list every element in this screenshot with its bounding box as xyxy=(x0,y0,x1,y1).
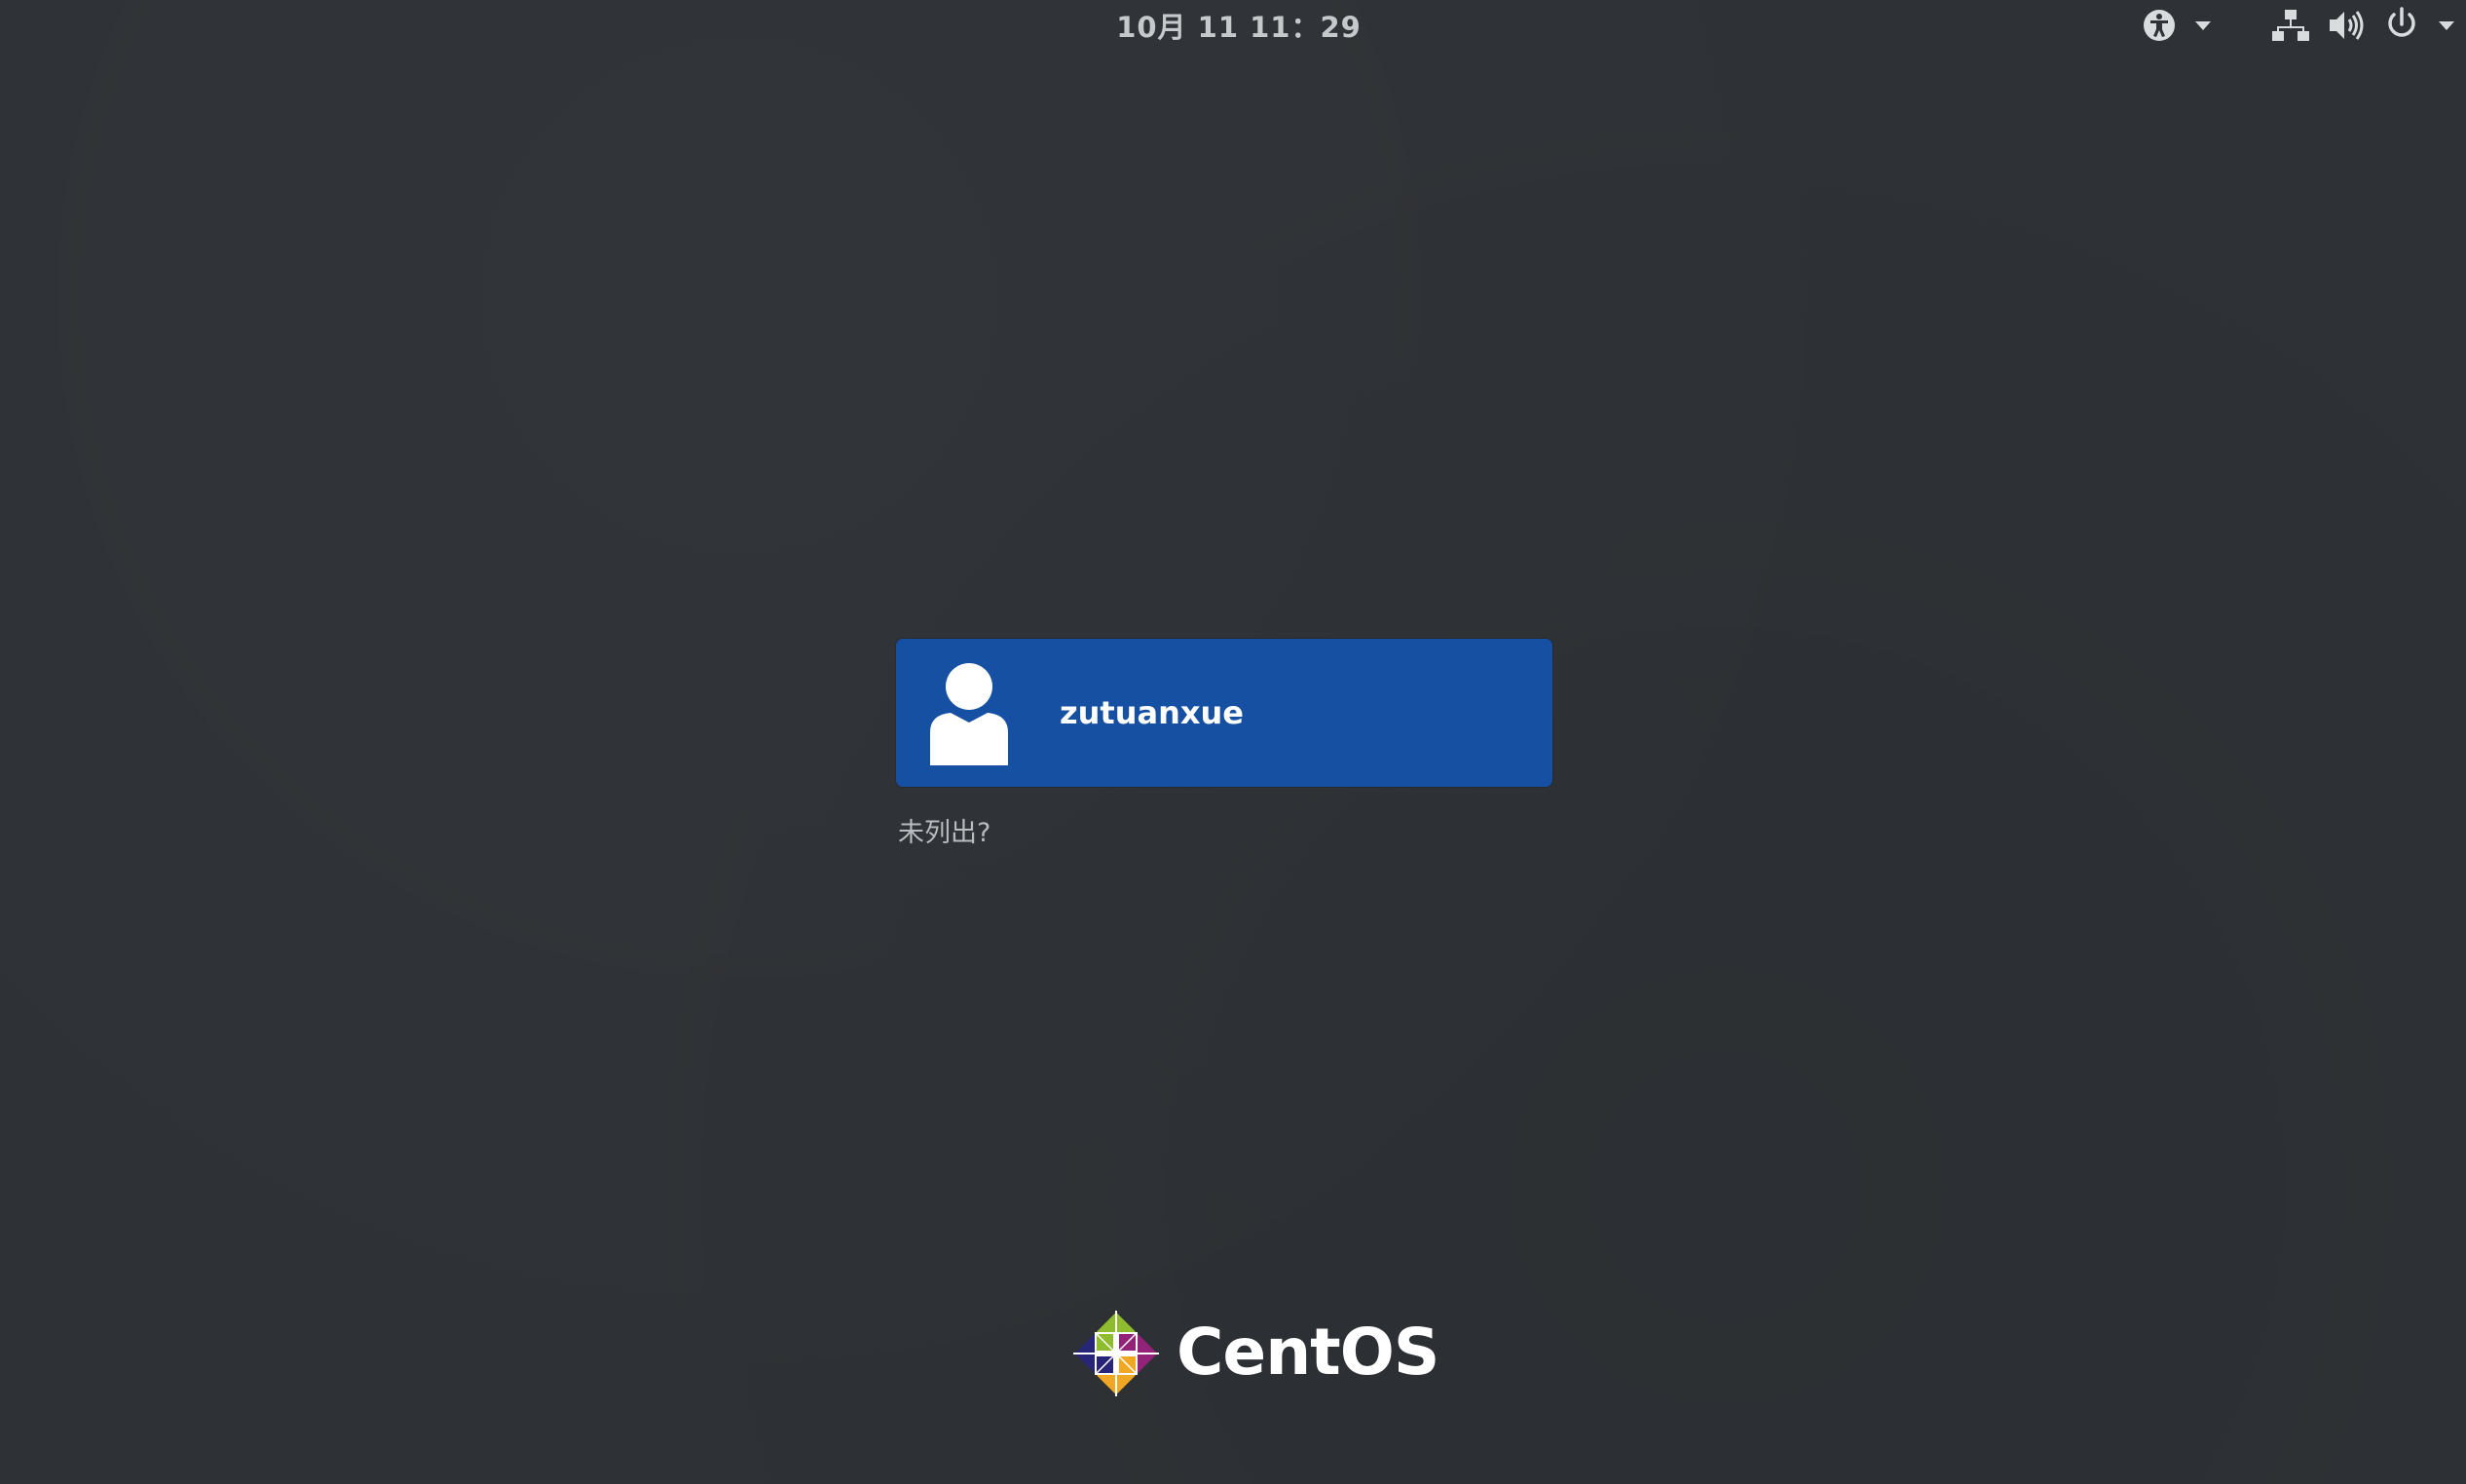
centos-wordmark: CentOS xyxy=(1177,1315,1439,1390)
volume-icon xyxy=(2330,11,2364,40)
chevron-down-icon xyxy=(2439,21,2454,30)
network-indicator[interactable] xyxy=(2269,4,2312,47)
user-name: zutuanxue xyxy=(1060,694,1244,731)
power-menu[interactable] xyxy=(2380,4,2462,47)
not-listed-link[interactable]: 未列出? xyxy=(898,814,990,853)
centos-logo-icon xyxy=(1073,1311,1159,1396)
centos-logo: CentOS xyxy=(1069,1305,1439,1402)
user-avatar-icon xyxy=(930,663,1008,765)
chevron-down-icon xyxy=(2195,21,2211,30)
user-list-item[interactable]: zutuanxue xyxy=(896,639,1552,787)
network-wired-icon xyxy=(2272,10,2309,41)
power-icon xyxy=(2388,7,2454,37)
accessibility-icon xyxy=(2144,10,2211,41)
top-bar: 10月 11 11：29 xyxy=(0,0,2466,55)
clock[interactable]: 10月 11 11：29 xyxy=(1071,6,1406,49)
accessibility-menu[interactable] xyxy=(2139,4,2217,47)
volume-indicator[interactable] xyxy=(2324,4,2367,47)
